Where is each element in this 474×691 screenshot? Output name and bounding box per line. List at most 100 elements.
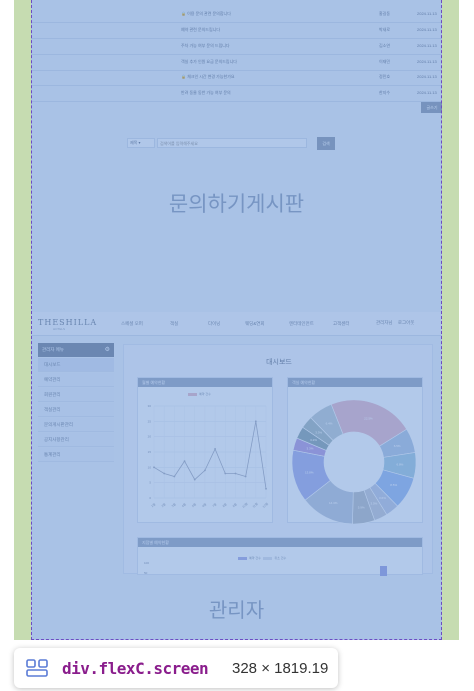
data-point: [234, 472, 237, 475]
row-date: 2024.11.13: [417, 43, 437, 48]
devtools-tooltip: div.flexC.screen 328 × 1819.19: [14, 648, 338, 688]
devtools-selector: div.flexC.screen: [62, 659, 209, 678]
logout-link[interactable]: 로그아웃: [398, 320, 415, 325]
row-date: 2024.11.13: [417, 74, 437, 79]
admin-header: THESHILLA HOTELS 스페셜 오퍼 객실 다이닝 웨딩&연회 엔터테…: [31, 312, 442, 336]
bar-y-tick: 50: [144, 571, 148, 575]
row-title: 🔒 이용 문의 관련 문의합니다: [181, 11, 231, 16]
nav-item-wedding[interactable]: 웨딩&연회: [245, 321, 265, 327]
viewport: 🔒 이용 문의 관련 문의합니다 홍길동 2024.11.13 예약 관련 문의드립니…: [0, 0, 474, 691]
brand-subtitle: HOTELS: [53, 327, 66, 331]
x-tick-label: 12월: [261, 501, 269, 509]
data-point: [183, 460, 186, 463]
sidebar-item-dashboard[interactable]: 대시보드: [38, 358, 114, 372]
row-title: 주차 가능 여부 문의 드립니다: [181, 43, 230, 48]
gear-icon[interactable]: ⚙: [105, 343, 110, 357]
nav-item-offer[interactable]: 스페셜 오퍼: [121, 321, 143, 327]
y-tick-label: 5: [149, 481, 151, 485]
sidebar-item-stats[interactable]: 통계관리: [38, 448, 114, 462]
slice-label: 5.9%: [358, 505, 365, 509]
data-point: [173, 475, 176, 478]
data-point: [163, 472, 166, 475]
x-tick-label: 1월: [150, 501, 157, 508]
table-row[interactable]: 반려 동물 동반 가능 여부 문의 한지수 2024.11.13: [31, 83, 442, 102]
slice-label: 3.3%: [307, 447, 314, 451]
row-title: 반려 동물 동반 가능 여부 문의: [181, 90, 231, 95]
slice-label: 3.2%: [310, 438, 317, 442]
bar-chart-card: 지점별 예약현황 예약 건수 취소 건수 100 50: [137, 537, 423, 576]
nav-item-dining[interactable]: 다이닝: [208, 321, 220, 327]
x-tick-label: 8월: [221, 501, 228, 508]
margin-right-highlight: [442, 0, 459, 640]
data-point: [224, 472, 227, 475]
series-line: [153, 421, 267, 489]
sidebar-item-inquiries[interactable]: 문의게시판관리: [38, 418, 114, 432]
nav-item-rooms[interactable]: 객실: [170, 321, 178, 327]
slice-label: 6.8%: [397, 463, 404, 467]
bar-legend-booked: 예약 건수: [249, 556, 261, 560]
sidebar-item-members[interactable]: 회원관리: [38, 388, 114, 402]
x-tick-label: 7월: [211, 501, 218, 508]
bar-legend-cancel: 취소 건수: [274, 556, 287, 560]
x-tick-label: 2월: [160, 501, 167, 508]
data-point: [214, 448, 216, 450]
x-tick-label: 3월: [170, 501, 177, 508]
search-type-select[interactable]: 제목 ▾: [127, 138, 155, 148]
slice-label: 6.5%: [394, 444, 401, 448]
write-button[interactable]: 글쓰기: [421, 102, 442, 113]
margin-left-highlight: [14, 0, 31, 640]
sidebar-title: 관리자 메뉴: [42, 347, 64, 352]
line-chart-card: 월별 예약현황 예약 건수 0 5 10 15 20 25 30 1월 2월 3월 4월 5월 6월 7월…: [137, 377, 273, 523]
slice-label: 22.5%: [364, 416, 373, 420]
row-date: 2024.11.13: [417, 90, 437, 95]
slice-label: 3.5%: [371, 501, 378, 505]
row-author: 홍길동: [379, 11, 391, 16]
nav-item-support[interactable]: 고객센터: [333, 321, 350, 327]
bar-y-tick: 100: [144, 561, 150, 565]
sidebar-item-rooms[interactable]: 객실관리: [38, 403, 114, 417]
devtools-dimensions: 328 × 1819.19: [232, 660, 329, 677]
row-date: 2024.11.13: [417, 27, 437, 32]
y-tick-label: 20: [148, 435, 152, 439]
brand-logo[interactable]: THESHILLA: [38, 318, 97, 327]
x-tick-label: 4월: [180, 501, 187, 508]
y-tick-label: 15: [148, 450, 152, 454]
data-point: [153, 466, 155, 469]
line-chart: 0 5 10 15 20 25 30 1월 2월 3월 4월 5월 6월 7월 8월 9월 10월 11월 12월: [148, 404, 270, 509]
x-tick-label: 9월: [231, 501, 238, 508]
y-tick-label: 10: [148, 465, 152, 469]
bar-chart-title: 지점별 예약현황: [138, 538, 422, 547]
y-tick-label: 0: [149, 496, 151, 500]
header-user-area: 관리자님 로그아웃: [376, 320, 414, 326]
pie-chart-card: 객실 예약현황 22.5% 6.5% 6.8% 8.5% 3.6% 3.5% 5.9% 14.…: [287, 377, 423, 524]
search-bar: 제목 ▾: [127, 137, 327, 150]
x-tick-label: 10월: [241, 501, 249, 509]
row-author: 정민호: [379, 74, 391, 79]
row-author: 이재민: [379, 59, 391, 64]
search-input[interactable]: [157, 138, 307, 148]
search-button[interactable]: 검색: [317, 137, 335, 150]
x-tick-label: 6월: [201, 501, 208, 508]
sidebar-item-notices[interactable]: 공지사항관리: [38, 433, 114, 447]
admin-sidebar: 관리자 메뉴 ⚙ 대시보드 예약관리 회원관리 객실관리 문의게시판관리 공지사…: [38, 343, 114, 463]
data-point: [254, 420, 257, 423]
admin-user-link[interactable]: 관리자님: [376, 320, 393, 325]
nav-item-entertainment[interactable]: 엔터테인먼트: [289, 321, 314, 327]
row-author: 김소연: [379, 43, 391, 48]
row-date: 2024.11.13: [417, 59, 437, 64]
row-title: 예약 관련 문의드립니다: [181, 27, 221, 32]
dashboard-panel: 대시보드 월별 예약현황 예약 건수 0 5 10 15 20 25 30 1월 2월 3월 4월 5…: [123, 344, 433, 576]
row-date: 2024.11.13: [417, 11, 437, 16]
slice-label: 3.3%: [315, 431, 322, 435]
sidebar-item-reservations[interactable]: 예약관리: [38, 373, 114, 387]
data-point: [193, 478, 196, 481]
data-point: [265, 487, 267, 490]
screen-container: 🔒 이용 문의 관련 문의합니다 홍길동 2024.11.13 예약 관련 문의드립니…: [31, 0, 442, 640]
x-tick-label: 5월: [190, 501, 197, 508]
x-tick-label: 11월: [251, 501, 259, 509]
data-point: [244, 475, 247, 478]
slice-label: 14.3%: [329, 501, 338, 505]
row-title: 객실 추가 인원 요금 문의드립니다: [181, 59, 237, 64]
slice-label: 13.8%: [305, 471, 314, 475]
admin-section-label: 관리자: [208, 598, 265, 622]
